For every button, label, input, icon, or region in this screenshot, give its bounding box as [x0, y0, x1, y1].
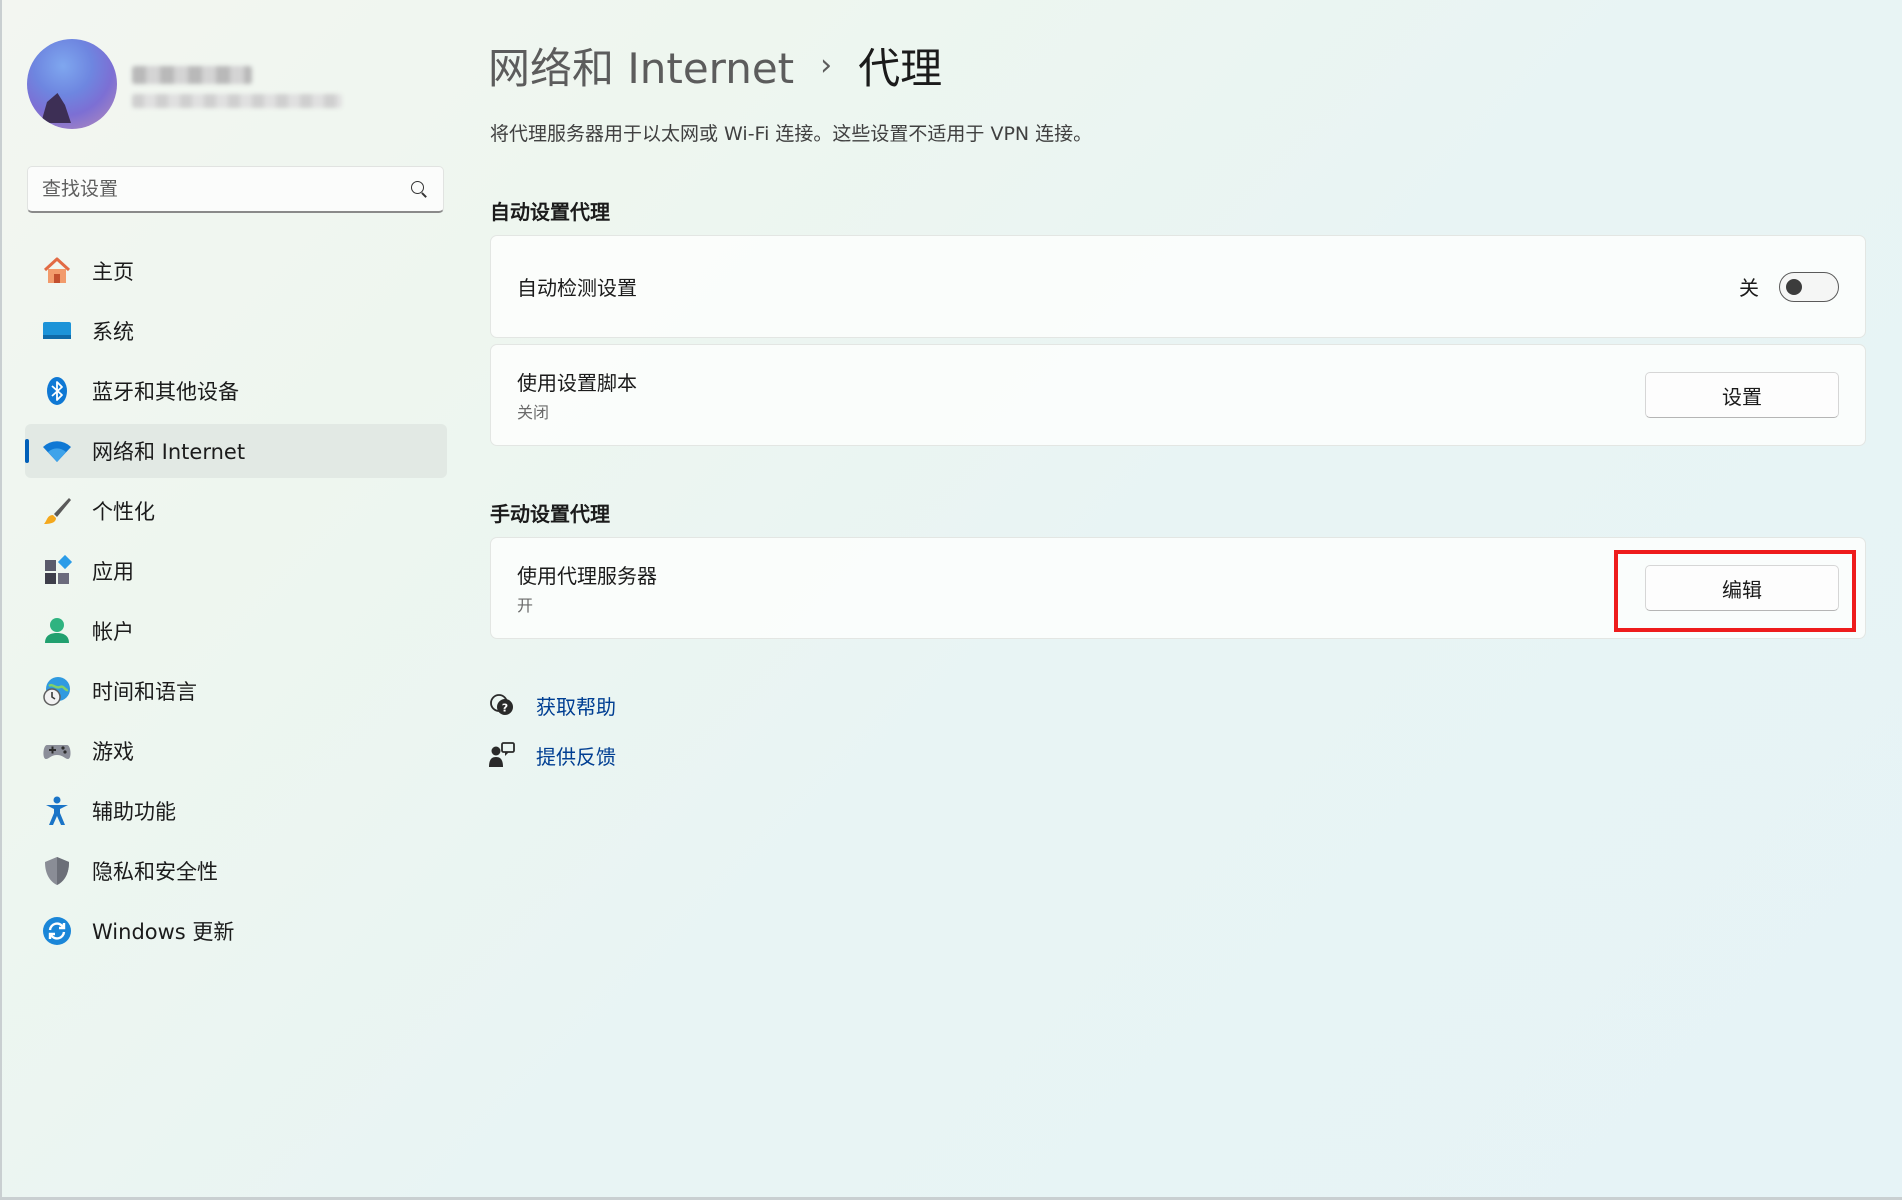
gamepad-icon — [41, 735, 73, 767]
globe-clock-icon — [41, 675, 73, 707]
sidebar-item-network[interactable]: 网络和 Internet — [25, 424, 447, 478]
feedback-text[interactable]: 提供反馈 — [536, 741, 616, 770]
system-icon — [41, 315, 73, 347]
help-chat-icon: ? — [488, 691, 516, 719]
auto-detect-toggle[interactable] — [1779, 271, 1839, 302]
auto-detect-card: 自动检测设置 关 — [490, 235, 1866, 338]
sidebar-item-windows-update[interactable]: Windows 更新 — [25, 904, 447, 958]
svg-text:?: ? — [502, 702, 508, 715]
search-input[interactable] — [42, 178, 409, 200]
help-links: ? 获取帮助 提供反馈 — [488, 686, 616, 786]
search-icon[interactable] — [409, 179, 429, 199]
proxy-server-label: 使用代理服务器 — [517, 564, 657, 588]
home-icon — [41, 255, 73, 287]
sidebar-item-label: 主页 — [92, 260, 134, 284]
get-help-link[interactable]: ? 获取帮助 — [488, 686, 616, 724]
breadcrumb-parent[interactable]: 网络和 Internet — [488, 35, 794, 96]
account-icon — [41, 615, 73, 647]
auto-detect-text: 自动检测设置 — [517, 272, 1739, 301]
toggle-state-label: 关 — [1739, 276, 1759, 300]
breadcrumb: 网络和 Internet › 代理 — [488, 36, 942, 94]
sidebar-item-apps[interactable]: 应用 — [25, 544, 447, 598]
user-email-redacted — [132, 94, 342, 108]
brush-icon — [41, 495, 73, 527]
sidebar-item-accounts[interactable]: 帐户 — [25, 604, 447, 658]
feedback-link[interactable]: 提供反馈 — [488, 736, 616, 774]
sidebar-nav: 主页 系统 蓝牙和其他设备 网络和 Internet 个性化 应用 帐户 时间和… — [25, 244, 447, 964]
sidebar-item-label: Windows 更新 — [92, 920, 235, 944]
sidebar: 主页 系统 蓝牙和其他设备 — [0, 0, 460, 1200]
sidebar-item-bluetooth[interactable]: 蓝牙和其他设备 — [25, 364, 447, 418]
main-content: 网络和 Internet › 代理 将代理服务器用于以太网或 Wi-Fi 连接。… — [488, 0, 1868, 1200]
sidebar-item-label: 辅助功能 — [92, 800, 176, 824]
proxy-server-text: 使用代理服务器 开 — [517, 560, 1645, 616]
section-title-manual-proxy: 手动设置代理 — [490, 502, 610, 526]
sidebar-item-label: 帐户 — [92, 620, 134, 644]
update-icon — [41, 915, 73, 947]
feedback-icon — [488, 741, 516, 769]
sidebar-item-label: 游戏 — [92, 740, 134, 764]
sidebar-item-label: 时间和语言 — [92, 680, 197, 704]
get-help-text[interactable]: 获取帮助 — [536, 691, 616, 720]
sidebar-item-personalization[interactable]: 个性化 — [25, 484, 447, 538]
page-description: 将代理服务器用于以太网或 Wi-Fi 连接。这些设置不适用于 VPN 连接。 — [490, 123, 1093, 145]
sidebar-item-label: 网络和 Internet — [92, 440, 246, 464]
proxy-server-status: 开 — [517, 596, 534, 615]
auto-detect-toggle-group: 关 — [1739, 271, 1839, 302]
sidebar-item-label: 个性化 — [92, 500, 155, 524]
sidebar-item-system[interactable]: 系统 — [25, 304, 447, 358]
avatar[interactable] — [27, 39, 117, 129]
avatar-image — [41, 93, 71, 123]
bluetooth-icon — [41, 375, 73, 407]
sidebar-item-label: 蓝牙和其他设备 — [92, 380, 239, 404]
sidebar-item-home[interactable]: 主页 — [25, 244, 447, 298]
sidebar-item-privacy[interactable]: 隐私和安全性 — [25, 844, 447, 898]
shield-icon — [41, 855, 73, 887]
apps-icon — [41, 555, 73, 587]
sidebar-item-gaming[interactable]: 游戏 — [25, 724, 447, 778]
setup-script-label: 使用设置脚本 — [517, 371, 637, 395]
search-box[interactable] — [27, 166, 444, 213]
highlight-box — [1614, 550, 1856, 632]
setup-button[interactable]: 设置 — [1645, 372, 1839, 418]
wifi-icon — [41, 435, 73, 467]
chevron-right-icon: › — [820, 47, 833, 83]
setup-script-card: 使用设置脚本 关闭 设置 — [490, 344, 1866, 446]
toggle-knob — [1786, 278, 1802, 295]
auto-detect-label: 自动检测设置 — [517, 276, 637, 300]
section-title-auto-proxy: 自动设置代理 — [490, 200, 610, 224]
setup-script-text: 使用设置脚本 关闭 — [517, 367, 1645, 423]
sidebar-item-accessibility[interactable]: 辅助功能 — [25, 784, 447, 838]
page-title: 代理 — [858, 43, 943, 93]
sidebar-item-label: 系统 — [92, 320, 134, 344]
sidebar-item-time-language[interactable]: 时间和语言 — [25, 664, 447, 718]
accessibility-icon — [41, 795, 73, 827]
user-name-redacted — [132, 66, 252, 84]
sidebar-item-label: 隐私和安全性 — [92, 860, 218, 884]
sidebar-item-label: 应用 — [92, 560, 134, 584]
setup-script-status: 关闭 — [517, 403, 550, 422]
